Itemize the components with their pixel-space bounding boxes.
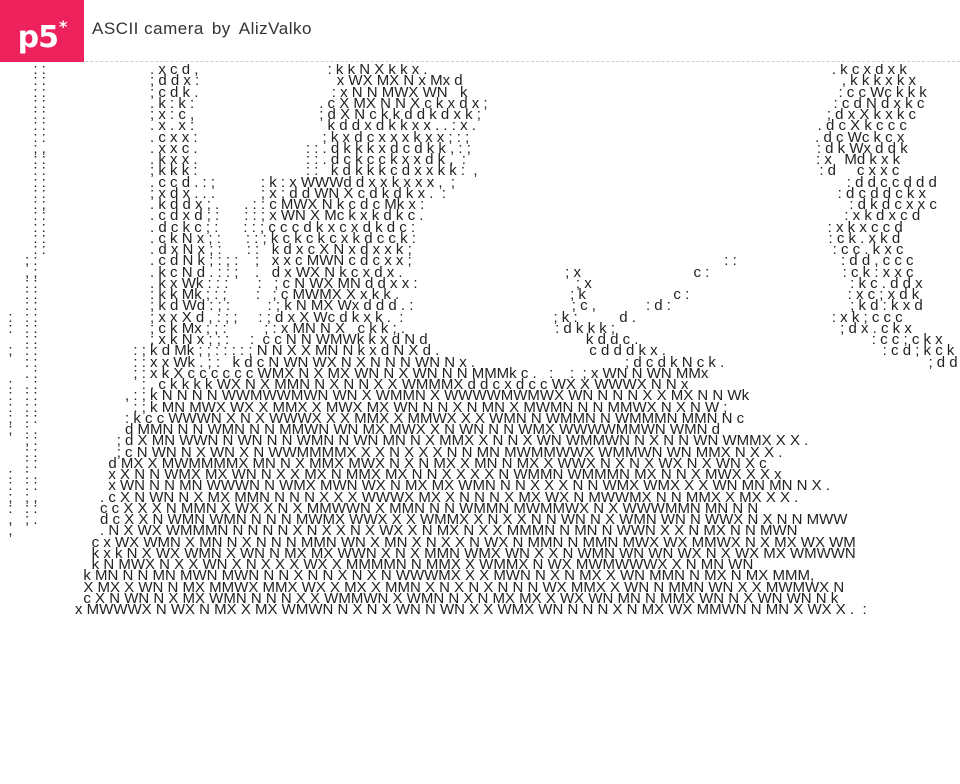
sketch-title: ASCII camera by AlizValko bbox=[92, 19, 312, 39]
p5-asterisk-icon: * bbox=[58, 17, 67, 36]
sketch-name: ASCII camera bbox=[92, 19, 204, 38]
by-label: by bbox=[211, 19, 231, 38]
p5-logo[interactable]: p5* bbox=[0, 0, 84, 62]
sketch-header: p5* ASCII camera by AlizValko bbox=[0, 0, 960, 62]
ascii-art-output: : : . x c d , : k k N X k k x . . k c x … bbox=[8, 64, 958, 618]
ascii-camera-canvas[interactable]: : : . x c d , : k k N X k k x . . k c x … bbox=[0, 64, 960, 784]
p5-logo-text: p5 bbox=[17, 20, 59, 55]
author-link[interactable]: AlizValko bbox=[239, 19, 312, 38]
